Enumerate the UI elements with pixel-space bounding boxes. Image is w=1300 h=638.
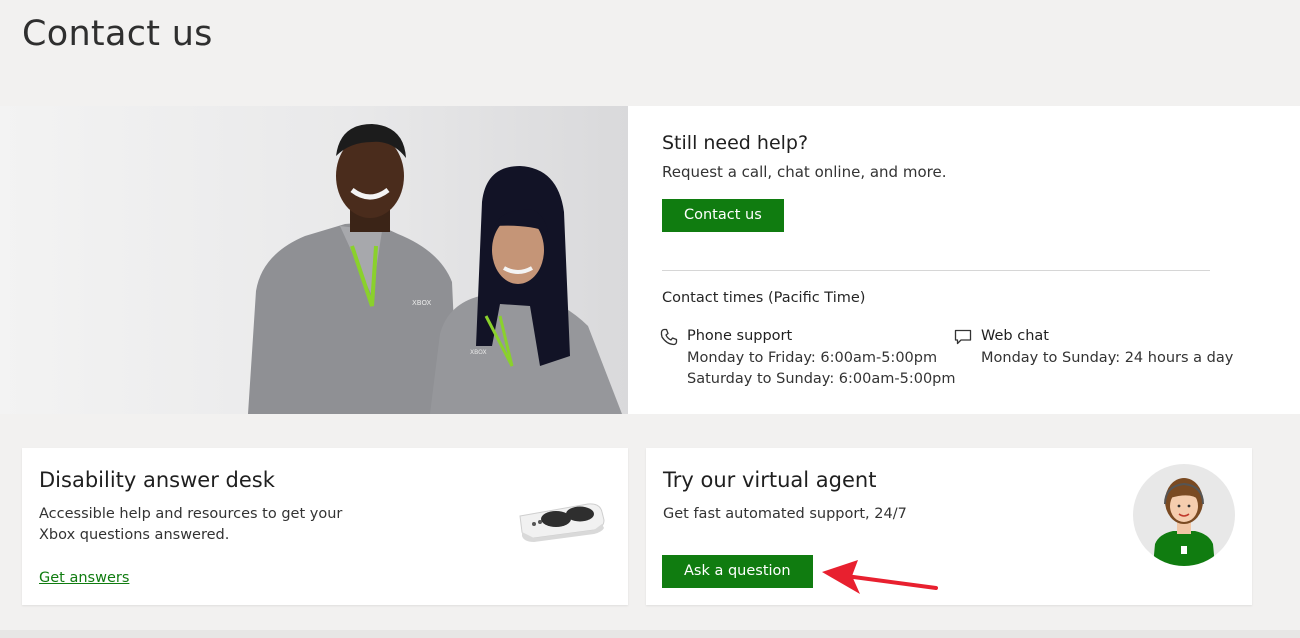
phone-support-label: Phone support bbox=[687, 328, 793, 344]
agent-avatar bbox=[1133, 464, 1235, 566]
support-staff-illustration bbox=[248, 124, 622, 414]
virtual-agent-title: Try our virtual agent bbox=[663, 468, 877, 492]
get-answers-link[interactable]: Get answers bbox=[39, 570, 129, 586]
disability-description: Accessible help and resources to get you… bbox=[39, 506, 343, 543]
page-title: Contact us bbox=[22, 14, 213, 54]
web-chat-label: Web chat bbox=[981, 328, 1049, 344]
hero-section: XBOX XBOX Still need help? Request a cal… bbox=[0, 106, 1300, 414]
contact-us-button[interactable]: Contact us bbox=[662, 199, 784, 232]
contact-times-title: Contact times (Pacific Time) bbox=[662, 290, 866, 306]
virtual-agent-card: Try our virtual agent Get fast automated… bbox=[646, 448, 1252, 605]
support-staff-photo bbox=[0, 106, 628, 414]
shirt-logo-text: XBOX bbox=[412, 299, 432, 307]
adaptive-controller-image bbox=[519, 503, 605, 542]
phone-support: Phone support Monday to Friday: 6:00am-5… bbox=[660, 326, 956, 390]
red-arrow-annotation bbox=[822, 560, 938, 594]
disability-title: Disability answer desk bbox=[39, 468, 275, 492]
web-chat: Web chat Monday to Sunday: 24 hours a da… bbox=[954, 326, 1234, 369]
bottom-strip bbox=[0, 630, 1300, 638]
virtual-agent-description: Get fast automated support, 24/7 bbox=[663, 506, 907, 522]
phone-hours-weekend: Saturday to Sunday: 6:00am-5:00pm bbox=[687, 371, 956, 387]
phone-hours-weekday: Monday to Friday: 6:00am-5:00pm bbox=[687, 350, 938, 366]
chat-bubble-icon bbox=[954, 328, 972, 353]
shirt-logo-text-2: XBOX bbox=[470, 349, 487, 356]
divider bbox=[662, 270, 1210, 271]
disability-card: Disability answer desk Accessible help a… bbox=[22, 448, 628, 605]
help-panel: Still need help? Request a call, chat on… bbox=[660, 132, 1233, 387]
ask-a-question-button[interactable]: Ask a question bbox=[662, 555, 813, 588]
help-subtitle: Request a call, chat online, and more. bbox=[662, 163, 947, 181]
phone-icon bbox=[660, 328, 678, 353]
web-chat-hours: Monday to Sunday: 24 hours a day bbox=[981, 350, 1234, 366]
help-title: Still need help? bbox=[662, 132, 809, 154]
